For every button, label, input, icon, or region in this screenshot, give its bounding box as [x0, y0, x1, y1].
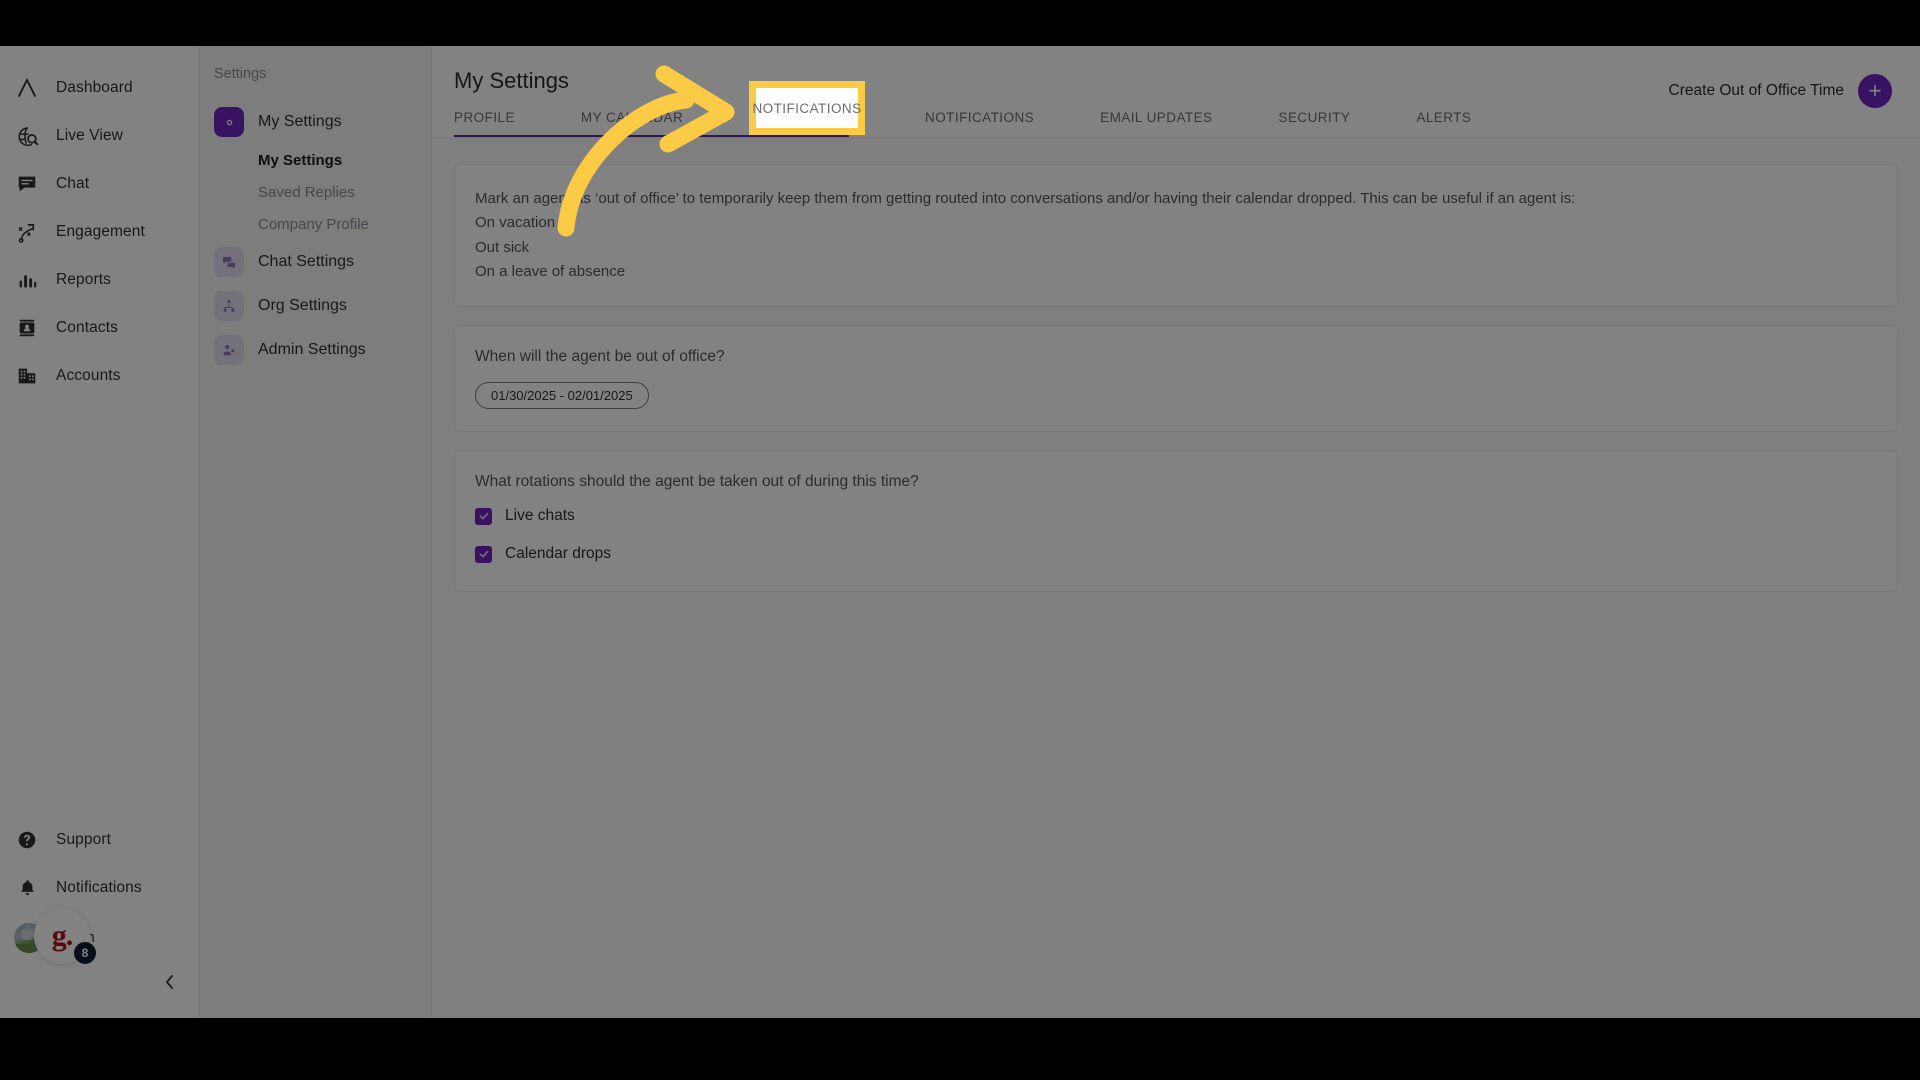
settings-subitem-saved-replies[interactable]: Saved Replies — [200, 176, 431, 208]
settings-group-label: My Settings — [258, 113, 342, 130]
gear-icon — [214, 107, 244, 137]
engagement-path-icon — [14, 219, 40, 245]
sidebar-item-dashboard[interactable]: Dashboard — [0, 64, 199, 112]
sidebar-user-profile[interactable]: Ngan g. 8 — [0, 908, 199, 966]
sidebar-item-label: Chat — [56, 175, 90, 192]
sidebar-bottom-items: Support Notifications Ngan — [0, 816, 199, 1018]
out-of-office-info-card: Mark an agent as ‘out of office’ to temp… — [454, 164, 1898, 308]
tab-notifications[interactable]: NOTIFICATIONS — [925, 104, 1034, 137]
contact-card-icon — [14, 315, 40, 341]
sidebar-item-label: Notifications — [56, 879, 142, 896]
tab-active-underline — [454, 135, 849, 137]
checkbox-live-chats[interactable] — [475, 507, 492, 525]
sidebar-item-label: Engagement — [56, 223, 145, 240]
sidebar-item-engagement[interactable]: Engagement — [0, 208, 199, 256]
main-content: My Settings Create Out of Office Time + … — [432, 46, 1920, 1018]
settings-group-org-settings[interactable]: Org Settings — [200, 284, 431, 328]
screenshot-root: Dashboard Live View Chat Engagement Repo… — [0, 0, 1920, 1080]
settings-panel-title: Settings — [214, 66, 267, 82]
rotations-card-question: What rotations should the agent be taken… — [475, 473, 919, 491]
date-card-question: When will the agent be out of office? — [475, 348, 725, 366]
building-icon — [14, 363, 40, 389]
create-out-of-office-button[interactable]: Create Out of Office Time + — [1669, 74, 1892, 108]
rotation-option-calendar-drops[interactable]: Calendar drops — [475, 545, 1877, 563]
sidebar-item-label: Dashboard — [56, 79, 133, 96]
rotation-option-live-chats[interactable]: Live chats — [475, 507, 1877, 525]
sidebar-item-support[interactable]: Support — [0, 816, 199, 864]
sidebar-item-chat[interactable]: Chat — [0, 160, 199, 208]
chevron-up-logo-icon — [14, 75, 40, 101]
sidebar-item-contacts[interactable]: Contacts — [0, 304, 199, 352]
info-card-lead: Mark an agent as ‘out of office’ to temp… — [475, 190, 1576, 207]
admin-shield-icon — [214, 335, 244, 365]
sidebar-item-label: Reports — [56, 271, 111, 288]
sidebar-item-label: Contacts — [56, 319, 118, 336]
info-card-bullet: Out sick — [475, 238, 530, 256]
settings-subitem-label: Saved Replies — [258, 183, 355, 201]
settings-subitem-label: My Settings — [258, 151, 343, 169]
settings-group-label: Org Settings — [258, 297, 347, 314]
main-body: Mark an agent as ‘out of office’ to temp… — [432, 138, 1920, 610]
settings-group-label: Admin Settings — [258, 341, 366, 358]
checkbox-calendar-drops[interactable] — [475, 545, 492, 563]
tab-profile[interactable]: PROFILE — [454, 104, 515, 137]
out-of-office-rotations-card: What rotations should the agent be taken… — [454, 450, 1898, 593]
bar-chart-icon — [14, 267, 40, 293]
sidebar-item-label: Live View — [56, 127, 123, 144]
sidebar-item-label: Accounts — [56, 367, 121, 384]
sidebar-item-accounts[interactable]: Accounts — [0, 352, 199, 400]
sidebar-item-live-view[interactable]: Live View — [0, 112, 199, 160]
settings-group-label: Chat Settings — [258, 253, 355, 270]
info-card-bullet: On vacation — [475, 214, 556, 232]
settings-group-chat-settings[interactable]: Chat Settings — [200, 240, 431, 284]
out-of-office-date-card: When will the agent be out of office? 01… — [454, 325, 1898, 433]
sidebar-item-notifications[interactable]: Notifications — [0, 864, 199, 912]
settings-subitem-company-profile[interactable]: Company Profile — [200, 208, 431, 240]
tab-alerts[interactable]: ALERTS — [1416, 104, 1471, 137]
tab-my-calendar[interactable]: MY CALENDAR — [581, 104, 683, 137]
sidebar-main-items: Dashboard Live View Chat Engagement Repo… — [0, 46, 199, 400]
chat-settings-icon — [214, 247, 244, 277]
sidebar-collapse-button[interactable] — [0, 964, 199, 1004]
primary-sidebar: Dashboard Live View Chat Engagement Repo… — [0, 46, 200, 1018]
rotation-option-label: Live chats — [505, 507, 575, 525]
tab-security[interactable]: SECURITY — [1279, 104, 1351, 137]
sidebar-item-reports[interactable]: Reports — [0, 256, 199, 304]
date-range-picker[interactable]: 01/30/2025 - 02/01/2025 — [475, 382, 649, 410]
highlight-box-notifications-tab[interactable]: NOTIFICATIONS — [749, 81, 865, 135]
bell-icon — [14, 875, 40, 901]
org-people-icon — [214, 291, 244, 321]
highlight-box-label: NOTIFICATIONS — [752, 100, 862, 116]
settings-group-my-settings[interactable]: My Settings — [200, 100, 431, 144]
info-card-bullet: On a leave of absence — [475, 262, 626, 280]
app-window: Dashboard Live View Chat Engagement Repo… — [0, 46, 1920, 1018]
main-header: My Settings Create Out of Office Time + … — [432, 46, 1920, 138]
notification-count-badge[interactable]: 8 — [72, 940, 98, 966]
plus-icon[interactable]: + — [1858, 74, 1892, 108]
settings-group-admin-settings[interactable]: Admin Settings — [200, 328, 431, 372]
chat-bubble-icon — [14, 171, 40, 197]
settings-sidebar: Settings My Settings My Settings Saved R… — [200, 46, 432, 1018]
globe-search-icon — [14, 123, 40, 149]
help-circle-icon — [14, 827, 40, 853]
create-out-of-office-label: Create Out of Office Time — [1668, 82, 1844, 99]
sidebar-item-label: Support — [56, 831, 111, 848]
chevron-left-icon — [163, 974, 177, 995]
settings-subitem-label: Company Profile — [258, 215, 369, 233]
settings-tabs: PROFILE MY CALENDAR OUT OF OFFICE NOTIFI… — [454, 104, 1892, 137]
rotation-option-label: Calendar drops — [505, 545, 611, 563]
tab-email-updates[interactable]: EMAIL UPDATES — [1100, 104, 1212, 137]
settings-subitem-my-settings[interactable]: My Settings — [200, 144, 431, 176]
